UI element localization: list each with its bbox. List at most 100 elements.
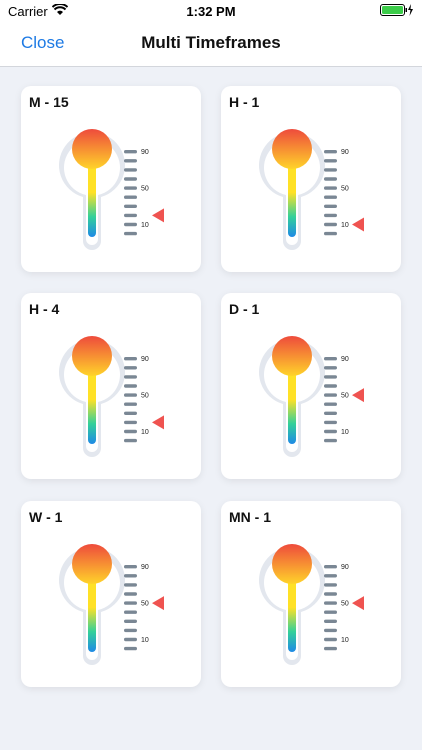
scale-label: 10 [141, 222, 149, 229]
scale-tick [124, 222, 137, 227]
thermometer-bulb [272, 129, 312, 169]
scale-tick [324, 583, 337, 587]
scale-tick [124, 384, 137, 388]
scale-label: 90 [341, 564, 349, 571]
thermometer-gauge: 90 50 10 [59, 336, 164, 457]
scale-tick [324, 150, 337, 154]
scale-tick [124, 231, 137, 236]
scale-tick [324, 628, 337, 633]
scale-label: 10 [341, 637, 349, 644]
scale-label: 50 [141, 185, 149, 192]
timeframe-card[interactable]: MN - 1 90 50 10 [221, 501, 401, 687]
scale-label: 10 [341, 429, 349, 436]
thermometer-bulb [272, 544, 312, 584]
scale-tick [324, 366, 337, 370]
scale-label: 90 [141, 356, 149, 363]
scale-tick [324, 222, 337, 227]
scale-tick [324, 393, 337, 397]
scale-tick [124, 375, 137, 379]
scale-label: 10 [141, 429, 149, 436]
scale-tick [324, 177, 337, 181]
thermometer-bulb [272, 336, 312, 376]
scale-tick [324, 375, 337, 379]
status-bar: Carrier 1:32 PM [0, 0, 422, 22]
level-pointer [152, 596, 164, 611]
scale-tick [124, 402, 137, 406]
thermometer-gauge: 90 50 10 [259, 336, 364, 457]
scale-tick [124, 393, 137, 397]
scale-tick [124, 150, 137, 154]
scale-tick [324, 357, 337, 361]
level-pointer [352, 388, 364, 403]
scale-tick [324, 592, 337, 596]
scale-tick [324, 411, 337, 415]
page-title: Multi Timeframes [141, 33, 281, 52]
scale-tick [124, 186, 137, 190]
scale-label: 10 [141, 637, 149, 644]
scale-tick [324, 420, 337, 425]
scale-tick [124, 583, 137, 587]
scale-tick [124, 168, 137, 172]
thermometer-gauge: 90 50 10 [59, 544, 164, 665]
scale-tick [124, 204, 137, 208]
thermometer-bulb [72, 129, 112, 169]
scale-tick [124, 177, 137, 181]
scale-tick [124, 592, 137, 596]
scale-tick [124, 610, 137, 614]
scale-tick [324, 619, 337, 623]
scale-label: 50 [341, 600, 349, 607]
nav-bar: Close Multi Timeframes [0, 22, 422, 67]
level-pointer [152, 415, 164, 430]
timeframe-card[interactable]: D - 1 90 50 10 [221, 293, 401, 479]
scale-tick [124, 366, 137, 370]
scale-label: 10 [341, 222, 349, 229]
scale-tick [324, 438, 337, 443]
thermometer-gauge: 90 50 10 [59, 129, 164, 250]
scale-tick [124, 637, 137, 642]
scale-tick [324, 565, 337, 569]
scale-tick [324, 186, 337, 190]
scale-tick [124, 619, 137, 623]
scale-label: 50 [141, 392, 149, 399]
scale-tick [324, 204, 337, 208]
thermometer-gauge: 90 50 10 [259, 544, 364, 665]
scale-label: 90 [141, 149, 149, 156]
scale-tick [324, 610, 337, 614]
scale-tick [324, 574, 337, 578]
scale-label: 50 [341, 392, 349, 399]
scale-tick [324, 159, 337, 163]
scale-label: 90 [141, 564, 149, 571]
scale-tick [324, 168, 337, 172]
scale-tick [324, 384, 337, 388]
scale-label: 50 [341, 185, 349, 192]
timeframe-card[interactable]: H - 1 90 50 10 [221, 86, 401, 272]
scale-tick [124, 429, 137, 434]
level-pointer [152, 208, 164, 223]
timeframe-card[interactable]: W - 1 90 50 10 [21, 501, 201, 687]
scale-tick [324, 213, 337, 218]
scale-tick [324, 402, 337, 406]
thermometer-bulb [72, 336, 112, 376]
scale-tick [124, 565, 137, 569]
scale-tick [324, 646, 337, 651]
scale-tick [124, 357, 137, 361]
scale-tick [124, 195, 137, 199]
battery-icon [380, 4, 413, 16]
thermometer-bulb [72, 544, 112, 584]
scale-tick [324, 637, 337, 642]
scale-tick [124, 420, 137, 425]
scale-tick [124, 159, 137, 163]
scale-tick [124, 601, 137, 605]
timeframe-card[interactable]: H - 4 90 50 10 [21, 293, 201, 479]
timeframe-card[interactable]: M - 15 90 50 10 [21, 86, 201, 272]
scale-tick [324, 601, 337, 605]
scale-tick [124, 646, 137, 651]
scale-tick [324, 195, 337, 199]
scale-tick [124, 628, 137, 633]
scale-tick [124, 213, 137, 218]
clock: 1:32 PM [186, 4, 236, 19]
scale-tick [324, 231, 337, 236]
scale-tick [124, 438, 137, 443]
thermometer-gauge: 90 50 10 [259, 129, 364, 250]
level-pointer [352, 596, 364, 611]
